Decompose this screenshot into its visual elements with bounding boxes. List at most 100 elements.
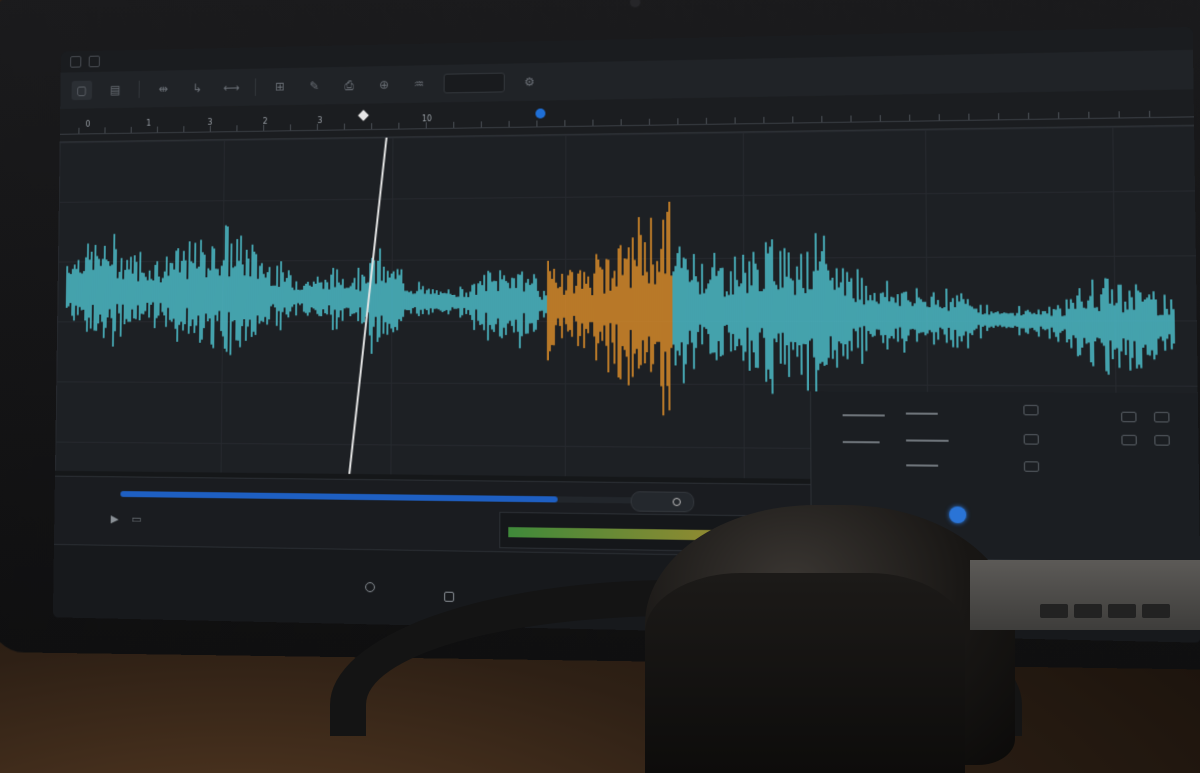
waveform-sample [248, 259, 249, 327]
ruler-tick [1088, 112, 1089, 118]
marker-icon[interactable] [535, 108, 545, 118]
settings-icon[interactable]: ⚙ [519, 72, 541, 92]
ruler-tick [763, 117, 764, 123]
waveform-sample [104, 246, 105, 338]
waveform-sample [194, 243, 195, 333]
waveform-sample [246, 250, 247, 341]
waveform-sample [1145, 299, 1146, 344]
waveform-sample [106, 260, 107, 328]
waveform-sample [143, 273, 144, 314]
waveform-sample [91, 252, 92, 329]
fader[interactable] [906, 413, 938, 415]
play-icon[interactable]: ▶ [111, 512, 119, 525]
ruler-tick-label: 0 [85, 120, 90, 129]
waveform-sample [1132, 297, 1133, 358]
waveform-sample [100, 266, 101, 315]
waveform-sample [121, 258, 122, 337]
cursor-tool-icon[interactable]: ↳ [187, 78, 208, 98]
loop-icon[interactable]: ▭ [131, 513, 141, 526]
send-button[interactable] [1121, 435, 1136, 446]
ruler-tick [706, 118, 707, 124]
ruler-tick-label: 1 [146, 119, 151, 128]
waveform-sample [1105, 278, 1106, 371]
ruler-tick [968, 114, 969, 120]
waveform-sample [233, 268, 234, 322]
fader[interactable] [843, 414, 885, 416]
waveform-sample [1103, 288, 1104, 346]
waveform-sample [191, 261, 192, 326]
waveform-sample [98, 259, 99, 323]
waveform-sample [1151, 299, 1152, 350]
ruler-tick [939, 114, 940, 120]
waveform-sample [74, 265, 75, 321]
fader[interactable] [843, 441, 880, 443]
waveform-sample [1108, 279, 1109, 375]
waveform-sample [210, 270, 211, 318]
waveform-sample [378, 261, 379, 342]
waveform-sample [1165, 295, 1166, 351]
ruler-tick [1058, 112, 1059, 118]
ruler-tick-label: 10 [422, 114, 432, 123]
zoom-icon[interactable]: ⊕ [373, 75, 395, 95]
waveform-sample [134, 255, 135, 318]
waveform-sample [1077, 296, 1078, 357]
waveform-sample [142, 273, 143, 314]
waveform-sample [76, 269, 77, 306]
waveform-sample [181, 261, 182, 322]
waveform-sample [102, 259, 103, 322]
waveform-sample [1147, 298, 1148, 355]
waveform-sample [1129, 291, 1130, 371]
waveform-sample [230, 243, 231, 355]
waveform-sample [1101, 294, 1102, 343]
fader[interactable] [906, 439, 949, 441]
waveform-sample [124, 270, 125, 324]
waveform-sample [164, 271, 165, 315]
waveform-sample [1154, 291, 1155, 359]
fx-button[interactable] [1154, 412, 1170, 423]
split-tool-icon[interactable]: ⇹ [153, 79, 174, 99]
zoom-field[interactable] [444, 73, 505, 94]
ruler-tick [536, 121, 537, 127]
ruler-tick [649, 119, 650, 125]
waveform-sample [140, 252, 141, 320]
waveform-sample [807, 252, 808, 391]
waveform-sample [1090, 296, 1091, 362]
fx-button[interactable] [1121, 412, 1136, 423]
waveform-sample [1140, 293, 1141, 369]
brush-icon[interactable]: ⎙ [338, 75, 359, 95]
waveform-sample [236, 239, 237, 340]
ruler-tick [735, 117, 736, 123]
record-button[interactable] [1024, 461, 1039, 472]
waveform-sample [238, 261, 239, 341]
ruler-tick [481, 121, 482, 127]
waveform-sample [193, 263, 194, 320]
waveform-sample [225, 225, 226, 348]
pencil-icon[interactable]: ✎ [304, 76, 325, 96]
ruler-tick [131, 127, 132, 133]
playhead-handle[interactable] [358, 110, 369, 121]
waveform-sample [130, 257, 131, 322]
select-tool-icon[interactable]: ▢ [71, 81, 92, 101]
ruler-tick [157, 127, 158, 133]
timeline-tool-icon[interactable]: ⟷ [221, 78, 242, 98]
eq-icon[interactable]: ♒ [408, 74, 430, 94]
waveform-sample [113, 234, 114, 347]
send-button[interactable] [1154, 435, 1170, 446]
waveform-sample [213, 248, 214, 348]
waveform-sample [200, 240, 201, 343]
grid-tool-icon[interactable]: ▤ [105, 80, 126, 100]
fader[interactable] [906, 464, 938, 466]
waveform-sample [94, 245, 95, 331]
ruler-tick [317, 124, 318, 130]
ruler-tick [621, 119, 622, 125]
ruler-tick [850, 116, 851, 122]
mute-button[interactable] [1023, 405, 1038, 416]
snap-icon[interactable]: ⊞ [269, 77, 290, 97]
waveform-sample [157, 261, 158, 318]
waveform-sample [240, 236, 241, 348]
ruler-tick [909, 115, 910, 121]
solo-button[interactable] [1024, 434, 1039, 445]
window-icon[interactable] [70, 56, 81, 68]
ruler-tick [398, 123, 399, 129]
window-icon[interactable] [89, 56, 100, 68]
